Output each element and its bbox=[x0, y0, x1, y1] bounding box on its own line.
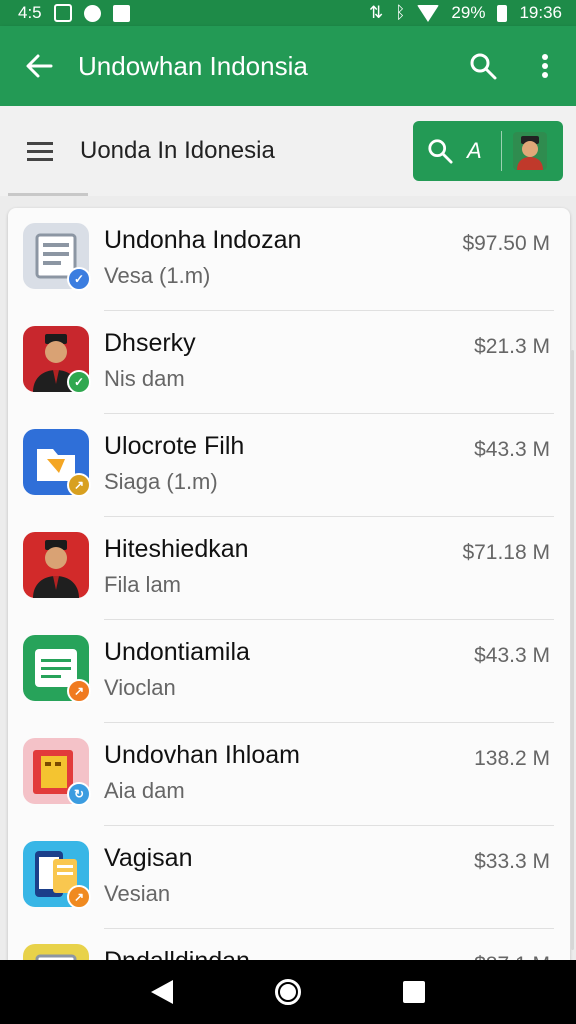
status-bar: 4:5 ⇅ ᛒ 29% 19:36 bbox=[0, 0, 576, 26]
item-subtitle: Fila lam bbox=[104, 572, 182, 597]
pill-label: A bbox=[467, 138, 482, 163]
tab-indicator bbox=[8, 193, 88, 196]
battery-icon bbox=[497, 4, 508, 22]
list-item[interactable]: Hiteshiedkan Fila lam $71.18 M bbox=[8, 517, 570, 620]
app-list: ✓ Undonha Indozan Vesa (1.m) $97.50 M ✓ Dhser… bbox=[8, 208, 570, 968]
item-name: Undonha Indozan bbox=[104, 226, 302, 254]
nav-back-icon[interactable] bbox=[151, 980, 173, 1004]
status-badge: ✓ bbox=[67, 370, 91, 394]
system-nav-bar bbox=[0, 960, 576, 1024]
search-button[interactable] bbox=[452, 26, 514, 106]
status-badge: ↗ bbox=[67, 885, 91, 909]
pill-search-button[interactable] bbox=[413, 138, 467, 164]
avatar-icon bbox=[513, 132, 547, 170]
item-text: Dhserky Nis dam bbox=[104, 329, 196, 392]
app-icon: ↗ bbox=[23, 429, 91, 497]
item-subtitle: Nis dam bbox=[104, 366, 185, 391]
scrollbar[interactable] bbox=[571, 350, 574, 950]
overflow-menu-button[interactable] bbox=[514, 26, 576, 106]
item-name: Hiteshiedkan bbox=[104, 535, 249, 563]
camera-icon bbox=[53, 4, 72, 22]
status-badge: ↻ bbox=[67, 782, 91, 806]
battery-percent: 29% bbox=[451, 3, 486, 22]
status-badge: ↗ bbox=[67, 679, 91, 703]
item-price: $21.3 M bbox=[474, 335, 550, 358]
app-icon: ✓ bbox=[23, 223, 91, 291]
item-name: Vagisan bbox=[104, 844, 193, 872]
item-price: $97.50 M bbox=[462, 232, 550, 255]
list-item[interactable]: ✓ Dhserky Nis dam $21.3 M bbox=[8, 311, 570, 414]
item-price: $43.3 M bbox=[474, 644, 550, 667]
item-text: Undovhan Ihloam Aia dam bbox=[104, 741, 300, 804]
arrow-left-icon bbox=[26, 54, 53, 78]
search-account-pill[interactable]: A bbox=[413, 121, 563, 181]
item-text: Undonha Indozan Vesa (1.m) bbox=[104, 226, 301, 289]
wifi-icon bbox=[417, 4, 440, 22]
item-name: Dhserky bbox=[104, 329, 196, 357]
item-subtitle: Vioclan bbox=[104, 675, 176, 700]
status-badge: ↗ bbox=[67, 473, 91, 497]
item-price: $43.3 M bbox=[474, 438, 550, 461]
section-title: Uonda In Idonesia bbox=[80, 137, 275, 164]
nav-recents-icon[interactable] bbox=[403, 981, 425, 1003]
app-icon: ↗ bbox=[23, 635, 91, 703]
item-price: 138.2 M bbox=[474, 747, 550, 770]
record-icon bbox=[83, 4, 101, 22]
app-bar: Undowhan Indonsia bbox=[0, 26, 576, 106]
status-badge: ✓ bbox=[67, 267, 91, 291]
nav-home-icon[interactable] bbox=[275, 979, 301, 1005]
list-item[interactable]: ↻ Undovhan Ihloam Aia dam 138.2 M bbox=[8, 723, 570, 826]
item-price: $33.3 M bbox=[474, 850, 550, 873]
portrait-icon bbox=[33, 540, 79, 598]
item-text: Ulocrote Filh Siaga (1.m) bbox=[104, 432, 244, 495]
app-icon bbox=[23, 532, 89, 598]
item-text: Hiteshiedkan Fila lam bbox=[104, 535, 249, 598]
account-avatar[interactable] bbox=[508, 132, 552, 170]
app-icon: ↻ bbox=[23, 738, 91, 806]
app-title: Undowhan Indonsia bbox=[78, 50, 308, 81]
status-clock: 19:36 bbox=[519, 3, 562, 22]
more-vert-icon bbox=[542, 54, 548, 78]
item-text: Vagisan Vesian bbox=[104, 844, 193, 907]
bluetooth-icon: ᛒ bbox=[395, 3, 406, 22]
app-icon: ↗ bbox=[23, 841, 91, 909]
list-item[interactable]: ↗ Undontiamila Vioclan $43.3 M bbox=[8, 620, 570, 723]
item-subtitle: Aia dam bbox=[104, 778, 185, 803]
search-icon bbox=[470, 53, 497, 80]
list-item[interactable]: ↗ Vagisan Vesian $33.3 M bbox=[8, 826, 570, 929]
vibrate-icon: ⇅ bbox=[368, 3, 384, 22]
pill-divider bbox=[501, 131, 502, 171]
item-name: Ulocrote Filh bbox=[104, 432, 245, 460]
sub-header: Uonda In Idonesia A bbox=[0, 106, 576, 196]
app-icon: ✓ bbox=[23, 326, 91, 394]
notification-icon bbox=[112, 4, 130, 22]
hamburger-icon bbox=[27, 142, 53, 161]
list-item[interactable]: ✓ Undonha Indozan Vesa (1.m) $97.50 M bbox=[8, 208, 570, 311]
status-time-left: 4:5 bbox=[18, 3, 42, 22]
item-text: Undontiamila Vioclan bbox=[104, 638, 250, 701]
list-item[interactable]: ↗ Ulocrote Filh Siaga (1.m) $43.3 M bbox=[8, 414, 570, 517]
item-subtitle: Vesa (1.m) bbox=[104, 263, 211, 288]
item-price: $71.18 M bbox=[462, 541, 550, 564]
item-name: Undontiamila bbox=[104, 638, 250, 666]
search-icon bbox=[428, 139, 453, 164]
item-subtitle: Siaga (1.m) bbox=[104, 469, 218, 494]
menu-button[interactable] bbox=[0, 106, 80, 196]
item-subtitle: Vesian bbox=[104, 881, 171, 906]
back-button[interactable] bbox=[0, 26, 78, 106]
item-name: Undovhan Ihloam bbox=[104, 741, 300, 769]
